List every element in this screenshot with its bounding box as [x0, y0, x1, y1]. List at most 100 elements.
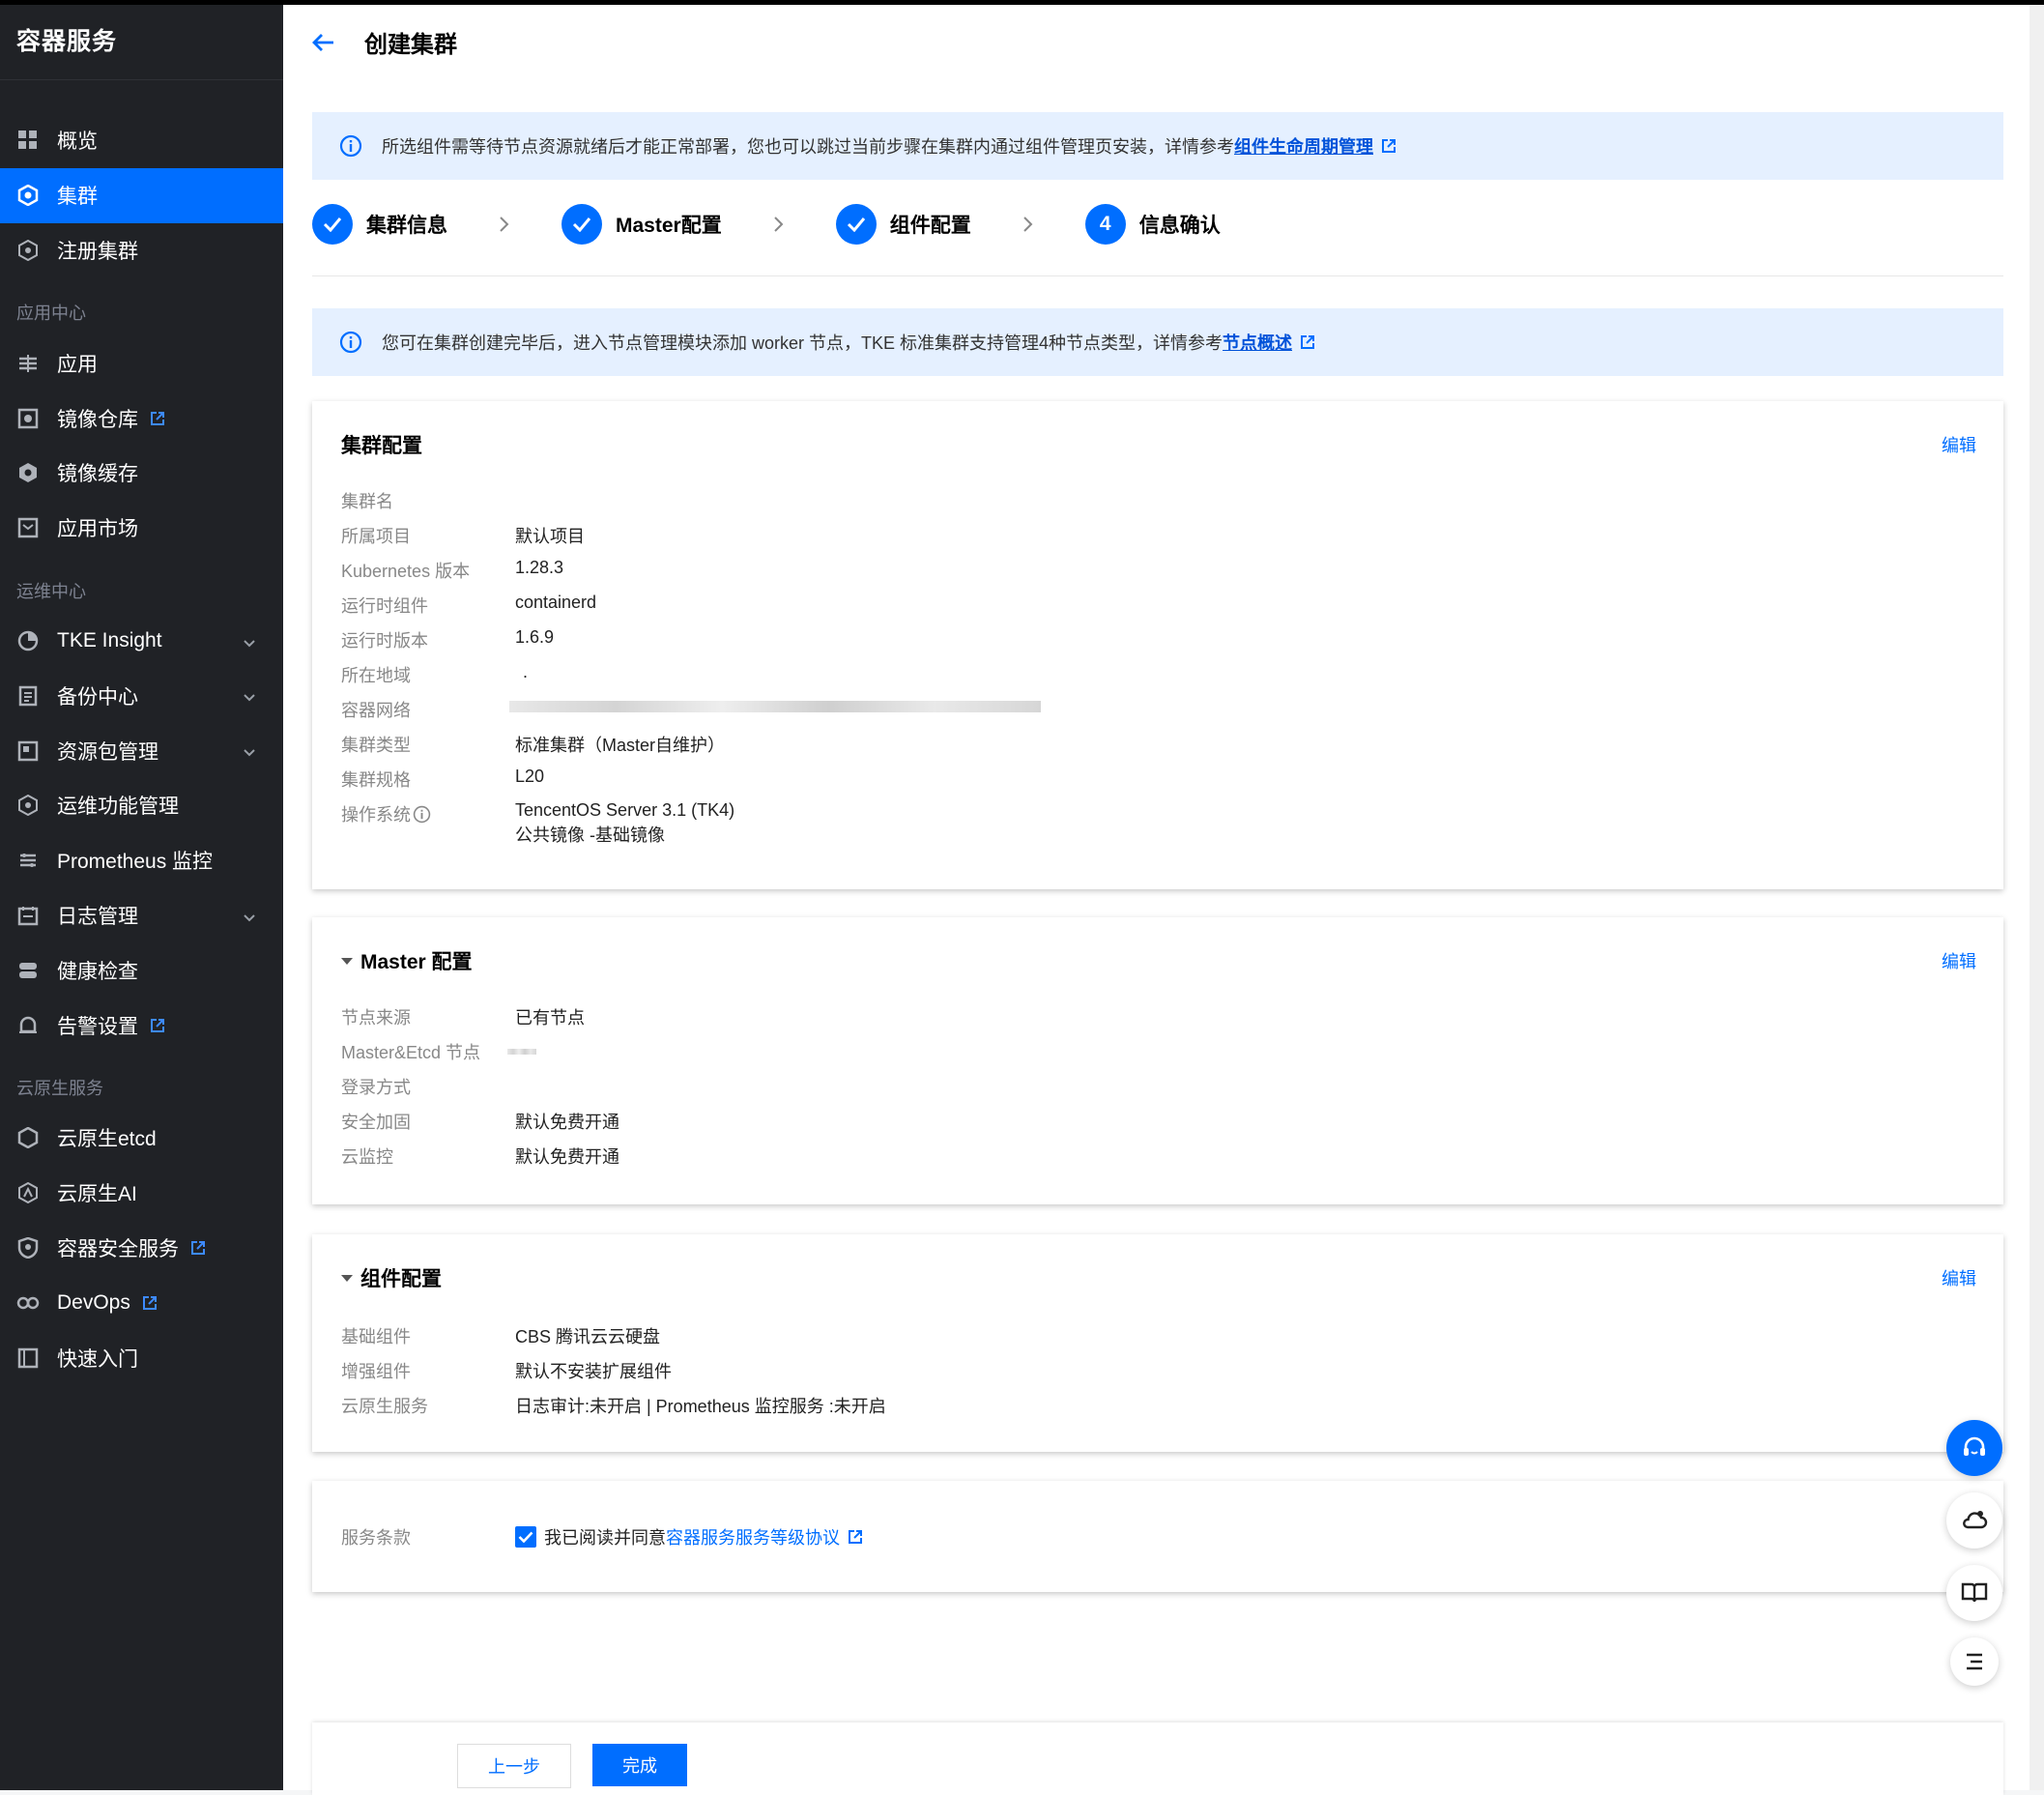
sidebar-group-cloud: 云原生服务 [16, 1078, 103, 1098]
kv-row: 集群名 [341, 492, 393, 511]
kv-row-os: 操作系统 TencentOS Server 3.1 (TK4) 公共镜像 -基础镜… [341, 800, 735, 845]
sidebar-item-label: 云原生AI [57, 1183, 137, 1206]
sidebar-item-quickstart[interactable]: 快速入门 [0, 1330, 283, 1385]
sidebar-item-label: 云原生etcd [57, 1128, 157, 1151]
step-bar: 集群信息 Master配置 组件配置 4 信息确认 [312, 203, 2003, 276]
cluster-icon [16, 184, 40, 207]
caret-down-icon[interactable] [341, 1273, 353, 1283]
sidebar-item-log[interactable]: 日志管理 [0, 888, 283, 943]
check-icon [835, 204, 877, 245]
info-icon [339, 331, 362, 354]
sidebar-group-app: 应用中心 [16, 304, 86, 324]
cluster-config-card: 集群配置 编辑 集群名 所属项目 默认项目 Kubernetes 版本 1.28.3… [312, 401, 2003, 889]
sidebar-item-label: DevOps [57, 1290, 130, 1314]
kv-row: Master&Etcd 节点 [341, 1039, 619, 1074]
sidebar-item-prometheus[interactable]: Prometheus 监控 [0, 833, 283, 888]
sidebar-item-label: 集群 [57, 186, 98, 209]
cloud-assistant-button[interactable] [1946, 1492, 2002, 1549]
sidebar-group-ops: 运维中心 [16, 581, 86, 601]
sidebar-item-label: 概览 [57, 130, 98, 154]
chevron-down-icon [243, 742, 256, 766]
main-area: 创建集群 所选组件需等待节点资源就绪后才能正常部署，您也可以跳过当前步骤在集群内… [283, 5, 2030, 1795]
chevron-down-icon [243, 687, 256, 710]
kv-row: 所属项目 默认项目 [341, 527, 585, 546]
top-edge [0, 0, 2044, 5]
image-cache-icon [16, 461, 40, 484]
sidebar-item-label: 快速入门 [57, 1347, 138, 1371]
edit-link[interactable]: 编辑 [1942, 1265, 1976, 1290]
kv-list: 基础组件 CBS 腾讯云云硬盘 增强组件 默认不安装扩展组件 云原生服务 日志审计:未… [341, 1323, 886, 1428]
sidebar-item-label: 日志管理 [57, 905, 138, 928]
kv-row: 基础组件 CBS 腾讯云云硬盘 [341, 1327, 661, 1346]
insight-icon [16, 629, 40, 652]
step-number: 4 [1084, 204, 1126, 245]
sidebar-item-label: 告警设置 [57, 1015, 138, 1038]
sidebar-item-security[interactable]: 容器安全服务 [0, 1221, 283, 1276]
external-link-icon [150, 411, 165, 426]
menu-button[interactable] [1950, 1637, 1999, 1686]
edit-link[interactable]: 编辑 [1942, 432, 1976, 457]
kv-row: 增强组件 默认不安装扩展组件 [341, 1362, 672, 1381]
sidebar-item-ops-feature[interactable]: 运维功能管理 [0, 778, 283, 833]
sidebar-item-label: 镜像缓存 [57, 463, 138, 486]
shield-icon [16, 1236, 40, 1259]
sidebar-item-label: Prometheus 监控 [57, 851, 214, 874]
node-overview-link[interactable]: 节点概述 [1223, 330, 1292, 355]
sidebar-item-ai[interactable]: 云原生AI [0, 1166, 283, 1221]
sidebar-item-app[interactable]: 应用 [0, 335, 283, 391]
edit-link[interactable]: 编辑 [1942, 948, 1976, 973]
sidebar-item-tke-insight[interactable]: TKE Insight [0, 614, 283, 669]
content: 所选组件需等待节点资源就绪后才能正常部署，您也可以跳过当前步骤在集群内通过组件管… [283, 79, 2030, 1795]
chevron-down-icon [243, 633, 256, 656]
support-button[interactable] [1946, 1420, 2002, 1476]
sidebar-item-devops[interactable]: DevOps [0, 1275, 283, 1330]
page-header: 创建集群 [283, 5, 2030, 79]
sidebar-item-image-cache[interactable]: 镜像缓存 [0, 446, 283, 501]
master-config-card: Master 配置 编辑 节点来源 已有节点 Master&Etcd 节点 登录方… [312, 917, 2003, 1204]
check-icon [312, 204, 353, 245]
prev-button[interactable]: 上一步 [457, 1744, 571, 1788]
sidebar-item-resource-pack[interactable]: 资源包管理 [0, 723, 283, 778]
agree-checkbox[interactable] [515, 1526, 536, 1548]
app-icon [16, 352, 40, 375]
redacted-value [507, 1039, 536, 1059]
component-lifecycle-link[interactable]: 组件生命周期管理 [1234, 133, 1373, 159]
scrollbar[interactable] [2030, 0, 2044, 1790]
terms-text: 我已阅读并同意 [544, 1528, 666, 1548]
card-title: Master 配置 [360, 951, 473, 973]
sidebar-item-cluster[interactable]: 集群 [0, 167, 283, 223]
kv-row: 云监控 默认免费开通 [341, 1147, 619, 1167]
check-icon [561, 204, 602, 245]
sidebar-item-alarm[interactable]: 告警设置 [0, 998, 283, 1053]
info-icon [339, 134, 362, 158]
sidebar-item-label: 注册集群 [57, 240, 138, 263]
list-icon [1963, 1650, 1986, 1673]
sidebar-item-image-repo[interactable]: 镜像仓库 [0, 391, 283, 446]
sidebar-item-label: 应用市场 [57, 518, 138, 541]
sidebar-item-health-check[interactable]: 健康检查 [0, 942, 283, 998]
sidebar-item-app-market[interactable]: 应用市场 [0, 501, 283, 556]
docs-button[interactable] [1946, 1565, 2002, 1621]
sidebar-item-register-cluster[interactable]: 注册集群 [0, 223, 283, 278]
alert-text: 您可在集群创建完毕后，进入节点管理模块添加 worker 节点，TKE 标准集群… [382, 333, 1224, 353]
info-icon[interactable] [413, 805, 431, 824]
sla-link[interactable]: 容器服务服务等级协议 [666, 1524, 840, 1549]
book-open-icon [1960, 1578, 1989, 1607]
app-market-icon [16, 516, 40, 539]
step-component-config: 组件配置 [835, 203, 971, 246]
kv-row: 运行时版本 1.6.9 [341, 627, 555, 651]
headset-icon [1960, 1433, 1989, 1462]
caret-down-icon[interactable] [341, 956, 353, 966]
sidebar: 容器服务 概览 集群 注册集群 应用中心 应用 镜像仓库 镜像缓存 应用市场 运… [0, 0, 283, 1790]
sidebar-title: 容器服务 [0, 0, 283, 80]
external-link-icon [190, 1240, 206, 1256]
step-confirm: 4 信息确认 [1084, 203, 1221, 246]
sidebar-item-overview[interactable]: 概览 [0, 113, 283, 168]
kv-list: 集群名 所属项目 默认项目 Kubernetes 版本 1.28.3 运行时组件 co… [341, 488, 1041, 854]
back-arrow-icon[interactable] [310, 32, 335, 53]
sidebar-item-etcd[interactable]: 云原生etcd [0, 1111, 283, 1166]
sidebar-item-backup[interactable]: 备份中心 [0, 668, 283, 723]
step-cluster-info: 集群信息 [312, 203, 447, 246]
done-button[interactable]: 完成 [592, 1744, 687, 1786]
backup-icon [16, 684, 40, 708]
